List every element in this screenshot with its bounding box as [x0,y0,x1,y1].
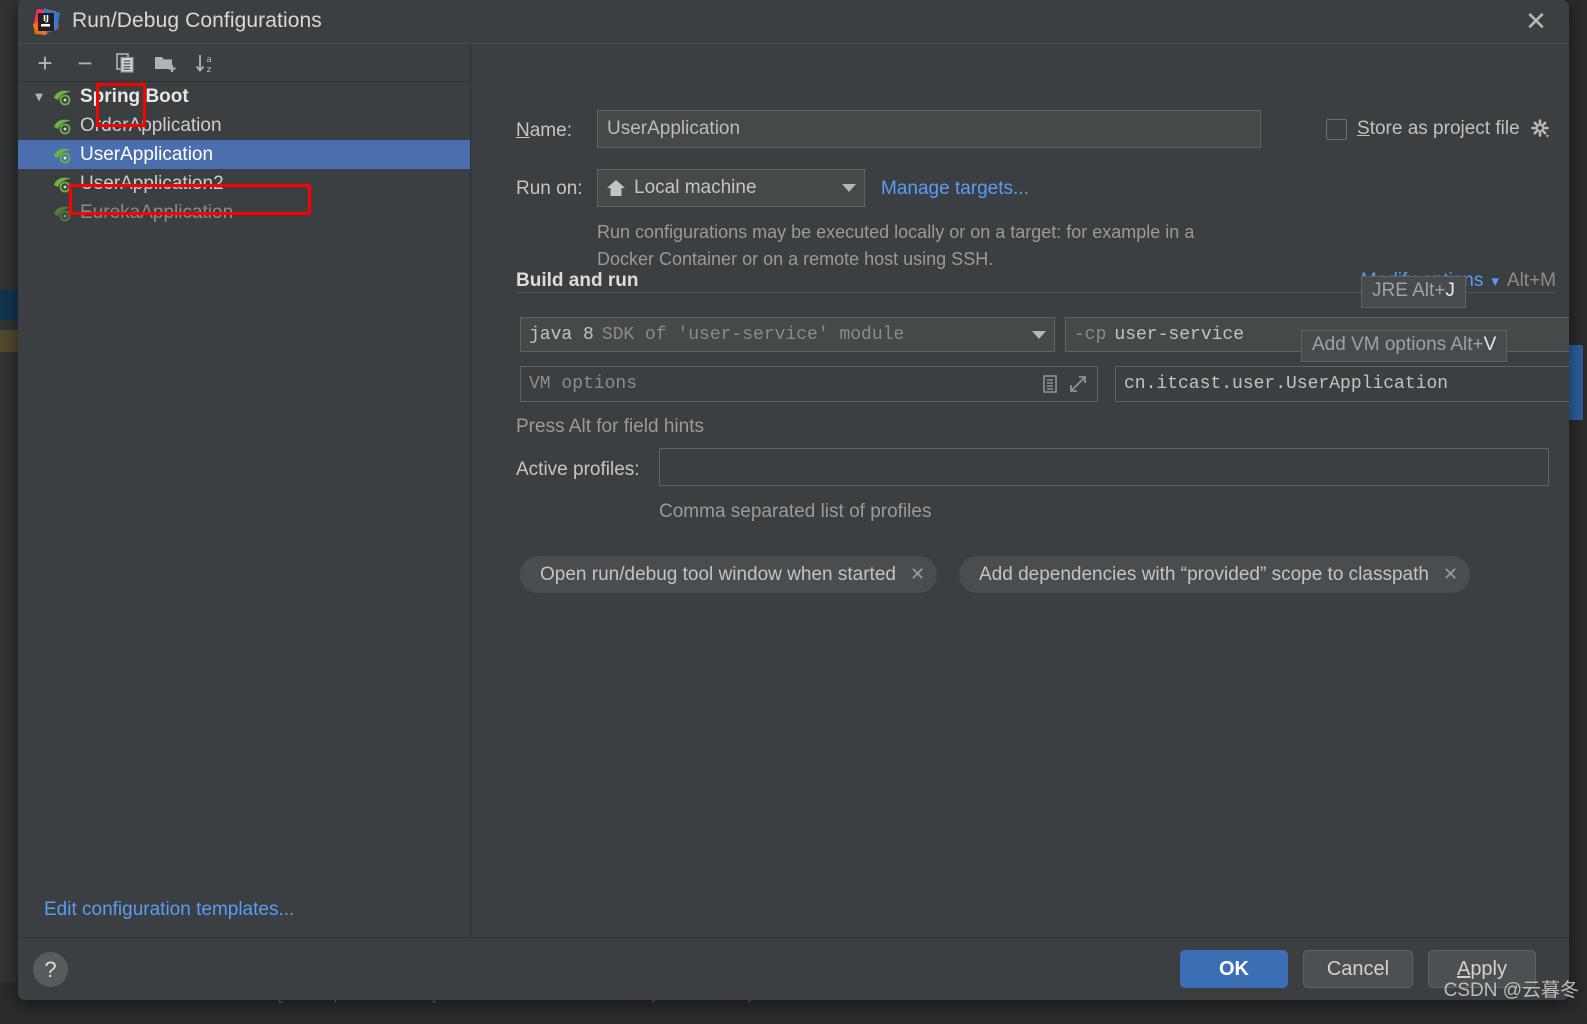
background-left-gutter [0,0,18,1024]
tree-item-order-application[interactable]: OrderApplication [18,111,470,140]
run-on-value: Local machine [634,177,757,198]
chevron-down-icon [842,184,856,192]
dialog-body: + − a z ▾ Spring Boot OrderApplication U… [18,43,1569,937]
spring-boot-icon [54,119,71,134]
manage-targets-link[interactable]: Manage targets... [881,178,1029,200]
field-hint-vm-mnemonic: V [1483,334,1497,355]
alt-field-hints-text: Press Alt for field hints [516,416,704,437]
configurations-tree[interactable]: ▾ Spring Boot OrderApplication UserAppli… [18,82,470,877]
store-as-project-file-label: Store as project file [1357,118,1520,139]
chevron-down-icon [1032,330,1046,339]
modify-options-shortcut: Alt+M [1506,270,1556,291]
option-chip-open-tool-window[interactable]: Open run/debug tool window when started … [520,556,938,593]
run-on-label: Run on: [516,178,583,199]
spring-boot-icon [54,90,71,105]
svg-text:z: z [207,65,212,75]
copy-configuration-button[interactable] [108,48,142,78]
dialog-footer: ? OK Cancel Apply [18,937,1569,1000]
run-on-combobox[interactable]: Local machine [597,169,865,207]
sort-alphabetically-button[interactable]: a z [188,48,222,78]
jre-primary-text: java 8 [529,324,594,345]
close-icon[interactable]: ✕ [1521,7,1551,37]
run-on-description: Run configurations may be executed local… [597,222,1195,269]
option-chip-provided-scope[interactable]: Add dependencies with “provided” scope t… [959,556,1471,593]
tree-group-label: Spring Boot [80,85,189,107]
active-profiles-description: Comma separated list of profiles [659,501,932,522]
tree-item-label: EurekaApplication [80,201,234,223]
spring-boot-icon [54,206,71,221]
new-folder-icon [155,56,176,72]
spring-boot-icon [54,148,71,163]
tree-item-label: OrderApplication [80,114,222,136]
option-chip-label: Open run/debug tool window when started [540,563,896,585]
vm-options-placeholder: VM options [529,374,638,394]
field-hint-vm-options: Add VM options Alt+V [1301,330,1508,362]
copy-configuration-icon [116,52,134,73]
tree-item-eureka-application[interactable]: EurekaApplication [18,198,470,227]
jre-combobox[interactable]: java 8 SDK of 'user-service' module [520,317,1055,352]
ok-button[interactable]: OK [1180,950,1288,988]
sort-az-icon: a z [195,54,212,75]
field-hint-jre-mnemonic: J [1445,280,1455,301]
run-debug-configurations-dialog: IJ Run/Debug Configurations ✕ + − a z ▾ … [18,0,1569,1000]
chevron-down-icon[interactable]: ▾ [26,88,52,105]
dialog-titlebar: IJ Run/Debug Configurations ✕ [18,0,1569,43]
main-class-field[interactable]: cn.itcast.user.UserApplication [1115,366,1569,402]
gear-icon[interactable] [1530,118,1552,140]
dialog-title: Run/Debug Configurations [72,9,322,32]
close-icon[interactable]: ✕ [910,564,925,585]
active-profiles-label: Active profiles: [516,459,640,480]
vm-options-field[interactable]: VM options [520,366,1098,402]
plus-icon: + [37,47,53,78]
chevron-down-icon: ▾ [1491,273,1499,290]
active-profiles-input[interactable] [659,448,1549,486]
background-scrollbar-thumb [1569,345,1583,420]
field-hint-vm-text: Add VM options Alt+ [1312,334,1484,355]
main-class-value: cn.itcast.user.UserApplication [1124,374,1449,394]
tree-group-spring-boot[interactable]: ▾ Spring Boot [18,82,470,111]
edit-configuration-templates-link[interactable]: Edit configuration templates... [44,899,294,921]
close-icon[interactable]: ✕ [1443,564,1458,585]
help-button[interactable]: ? [33,952,68,987]
field-hint-jre-text: JRE Alt+ [1372,280,1446,301]
new-folder-button[interactable] [148,48,182,78]
configurations-toolbar: + − a z [18,44,470,82]
configuration-editor-pane: Name: Store as project file Run on: [471,43,1569,937]
list-icon[interactable] [1039,373,1061,395]
name-label: Name: [516,120,572,141]
minus-icon: − [77,47,93,78]
background-gutter-marker-blue [0,290,18,320]
spring-boot-icon [54,177,71,192]
background-gutter-marker-gold [0,330,18,352]
expand-icon[interactable] [1067,373,1089,395]
classpath-prefix: -cp [1074,324,1107,345]
remove-configuration-button[interactable]: − [68,48,102,78]
tree-item-user-application[interactable]: UserApplication [18,140,470,169]
tree-item-label: UserApplication2 [80,172,224,194]
option-chip-label: Add dependencies with “provided” scope t… [979,563,1429,585]
field-hint-jre: JRE Alt+J [1361,276,1466,308]
home-icon [607,180,625,196]
tree-item-user-application-2[interactable]: UserApplication2 [18,169,470,198]
name-input[interactable] [597,110,1261,148]
configurations-pane: + − a z ▾ Spring Boot OrderApplication U… [18,43,471,937]
add-configuration-button[interactable]: + [28,48,62,78]
csdn-watermark: CSDN @云暮冬 [1443,980,1579,1001]
cancel-button[interactable]: Cancel [1303,950,1413,988]
build-and-run-title: Build and run [516,270,639,291]
svg-text:a: a [206,55,212,65]
tree-item-label: UserApplication [80,143,214,165]
intellij-idea-logo-icon: IJ [33,8,60,35]
svg-text:IJ: IJ [43,14,49,23]
store-as-project-file-row[interactable]: Store as project file [1326,118,1552,140]
store-as-project-file-checkbox[interactable] [1326,118,1347,140]
jre-secondary-text: SDK of 'user-service' module [601,324,905,345]
